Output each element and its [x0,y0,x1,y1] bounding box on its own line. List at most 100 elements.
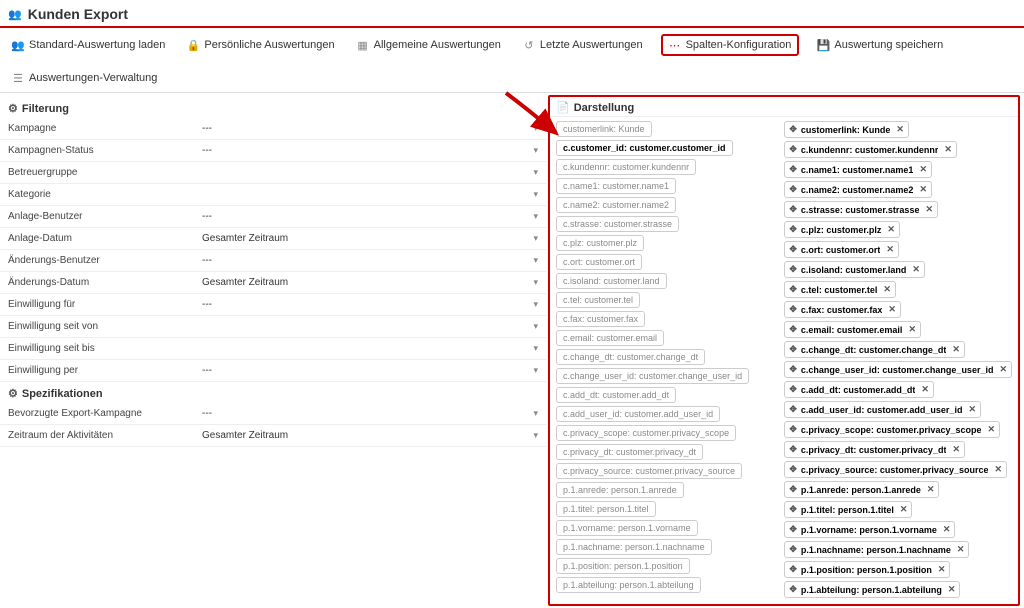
filter-select[interactable]: ---▾ [198,211,546,222]
selected-column-chip[interactable]: ✥p.1.abteilung: person.1.abteilung✕ [784,581,960,598]
available-column-chip[interactable]: c.strasse: customer.strasse [556,216,679,232]
selected-column-chip[interactable]: ✥p.1.titel: person.1.titel✕ [784,501,912,518]
drag-handle-icon[interactable]: ✥ [789,184,797,195]
remove-icon[interactable]: ✕ [994,464,1002,475]
available-column-chip[interactable]: c.fax: customer.fax [556,311,645,327]
available-column-chip[interactable]: c.email: customer.email [556,330,664,346]
available-column-chip[interactable]: p.1.vorname: person.1.vorname [556,520,698,536]
available-column-chip[interactable]: c.ort: customer.ort [556,254,642,270]
remove-icon[interactable]: ✕ [919,164,927,175]
drag-handle-icon[interactable]: ✥ [789,244,797,255]
available-column-chip[interactable]: c.name1: customer.name1 [556,178,676,194]
drag-handle-icon[interactable]: ✥ [789,584,797,595]
selected-column-chip[interactable]: ✥customerlink: Kunde✕ [784,121,909,138]
remove-icon[interactable]: ✕ [952,444,960,455]
selected-column-chip[interactable]: ✥c.strasse: customer.strasse✕ [784,201,938,218]
filter-select[interactable]: Gesamter Zeitraum▾ [198,233,546,244]
available-column-chip[interactable]: c.customer_id: customer.customer_id [556,140,733,156]
drag-handle-icon[interactable]: ✥ [789,344,797,355]
drag-handle-icon[interactable]: ✥ [789,144,797,155]
section-specifications[interactable]: Spezifikationen [0,382,546,403]
remove-icon[interactable]: ✕ [927,484,935,495]
available-column-chip[interactable]: c.privacy_source: customer.privacy_sourc… [556,463,742,479]
remove-icon[interactable]: ✕ [887,224,895,235]
drag-handle-icon[interactable]: ✥ [789,404,797,415]
selected-column-chip[interactable]: ✥c.change_dt: customer.change_dt✕ [784,341,965,358]
remove-icon[interactable]: ✕ [919,184,927,195]
drag-handle-icon[interactable]: ✥ [789,364,797,375]
available-column-chip[interactable]: c.tel: customer.tel [556,292,640,308]
available-column-chip[interactable]: c.change_user_id: customer.change_user_i… [556,368,749,384]
filter-select[interactable]: ---▾ [198,299,546,310]
drag-handle-icon[interactable]: ✥ [789,504,797,515]
remove-icon[interactable]: ✕ [938,564,946,575]
drag-handle-icon[interactable]: ✥ [789,304,797,315]
filter-select[interactable]: Gesamter Zeitraum▾ [198,277,546,288]
available-column-chip[interactable]: c.isoland: customer.land [556,273,667,289]
filter-select[interactable]: ▾ [198,343,546,354]
selected-column-chip[interactable]: ✥c.fax: customer.fax✕ [784,301,901,318]
remove-icon[interactable]: ✕ [886,244,894,255]
filter-select[interactable]: ---▾ [198,365,546,376]
drag-handle-icon[interactable]: ✥ [789,464,797,475]
selected-column-chip[interactable]: ✥c.name1: customer.name1✕ [784,161,932,178]
filter-select[interactable]: Gesamter Zeitraum▾ [198,430,546,441]
remove-icon[interactable]: ✕ [888,304,896,315]
load-standard-button[interactable]: 👥 Standard-Auswertung laden [8,37,169,53]
available-column-chip[interactable]: c.privacy_dt: customer.privacy_dt [556,444,703,460]
columns-config-button[interactable]: ⋯ Spalten-Konfiguration [661,34,800,56]
drag-handle-icon[interactable]: ✥ [789,284,797,295]
remove-icon[interactable]: ✕ [987,424,995,435]
available-column-chip[interactable]: c.plz: customer.plz [556,235,644,251]
selected-column-chip[interactable]: ✥c.ort: customer.ort✕ [784,241,899,258]
drag-handle-icon[interactable]: ✥ [789,544,797,555]
selected-column-chip[interactable]: ✥c.privacy_source: customer.privacy_sour… [784,461,1007,478]
recent-evaluations-button[interactable]: ↺ Letzte Auswertungen [519,37,647,53]
filter-select[interactable]: ▾ [198,167,546,178]
available-column-chip[interactable]: c.name2: customer.name2 [556,197,676,213]
selected-column-chip[interactable]: ✥c.change_user_id: customer.change_user_… [784,361,1012,378]
remove-icon[interactable]: ✕ [952,344,960,355]
remove-icon[interactable]: ✕ [883,284,891,295]
remove-icon[interactable]: ✕ [896,124,904,135]
drag-handle-icon[interactable]: ✥ [789,264,797,275]
drag-handle-icon[interactable]: ✥ [789,164,797,175]
filter-select[interactable]: ---▾ [198,145,546,156]
drag-handle-icon[interactable]: ✥ [789,224,797,235]
selected-column-chip[interactable]: ✥c.add_user_id: customer.add_user_id✕ [784,401,981,418]
available-column-chip[interactable]: c.change_dt: customer.change_dt [556,349,705,365]
drag-handle-icon[interactable]: ✥ [789,484,797,495]
available-column-chip[interactable]: c.kundennr: customer.kundennr [556,159,696,175]
remove-icon[interactable]: ✕ [921,384,929,395]
filter-select[interactable]: ---▾ [198,255,546,266]
drag-handle-icon[interactable]: ✥ [789,444,797,455]
remove-icon[interactable]: ✕ [944,144,952,155]
remove-icon[interactable]: ✕ [900,504,908,515]
selected-column-chip[interactable]: ✥c.tel: customer.tel✕ [784,281,896,298]
filter-select[interactable]: ▾ [198,321,546,332]
selected-column-chip[interactable]: ✥p.1.position: person.1.position✕ [784,561,950,578]
drag-handle-icon[interactable]: ✥ [789,204,797,215]
manage-evaluations-button[interactable]: ☰ Auswertungen-Verwaltung [8,70,161,86]
selected-column-chip[interactable]: ✥c.add_dt: customer.add_dt✕ [784,381,934,398]
personal-evaluations-button[interactable]: 🔒 Persönliche Auswertungen [183,37,338,53]
filter-select[interactable]: ---▾ [198,123,546,134]
available-column-chip[interactable]: c.add_dt: customer.add_dt [556,387,676,403]
available-column-chip[interactable]: p.1.nachname: person.1.nachname [556,539,712,555]
available-column-chip[interactable]: p.1.titel: person.1.titel [556,501,656,517]
drag-handle-icon[interactable]: ✥ [789,524,797,535]
general-evaluations-button[interactable]: ▦ Allgemeine Auswertungen [353,37,505,53]
selected-column-chip[interactable]: ✥p.1.anrede: person.1.anrede✕ [784,481,939,498]
available-column-chip[interactable]: p.1.position: person.1.position [556,558,690,574]
remove-icon[interactable]: ✕ [925,204,933,215]
section-filtering[interactable]: Filterung [0,97,546,118]
selected-column-chip[interactable]: ✥p.1.vorname: person.1.vorname✕ [784,521,955,538]
available-column-chip[interactable]: p.1.abteilung: person.1.abteilung [556,577,701,593]
filter-select[interactable]: ---▾ [198,408,546,419]
remove-icon[interactable]: ✕ [912,264,920,275]
selected-column-chip[interactable]: ✥c.privacy_dt: customer.privacy_dt✕ [784,441,965,458]
selected-column-chip[interactable]: ✥c.isoland: customer.land✕ [784,261,925,278]
available-column-chip[interactable]: c.add_user_id: customer.add_user_id [556,406,720,422]
remove-icon[interactable]: ✕ [999,364,1007,375]
drag-handle-icon[interactable]: ✥ [789,324,797,335]
